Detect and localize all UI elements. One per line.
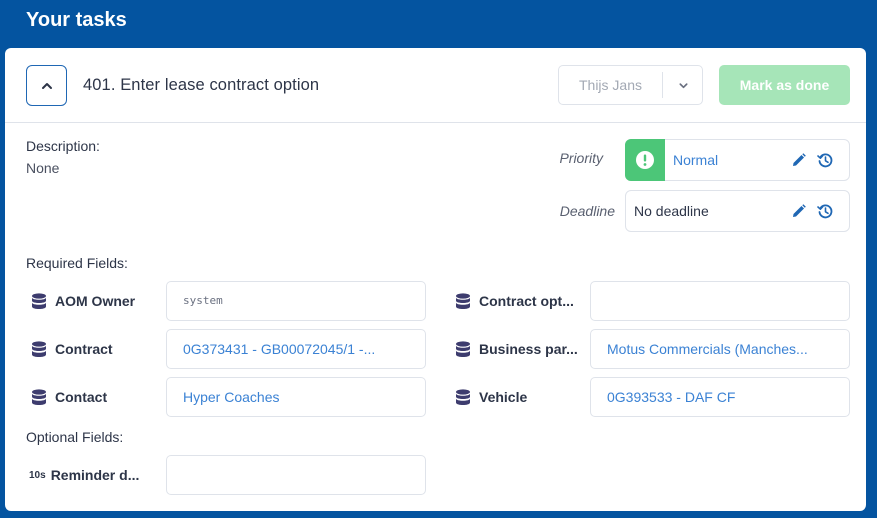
assignee-dropdown-toggle[interactable] [663, 66, 703, 104]
priority-badge [625, 139, 665, 181]
assignee-name: Thijs Jans [578, 77, 643, 93]
field-label-reminder: 10s Reminder d... [29, 465, 139, 485]
field-label-business-partner: Business par... [455, 339, 578, 359]
deadline-value: No deadline [634, 203, 709, 219]
field-label-vehicle: Vehicle [455, 387, 527, 407]
description-value: None [26, 160, 60, 176]
field-label-contract: Contract [31, 339, 113, 359]
reminder-input[interactable] [166, 455, 426, 495]
field-label-text: Contract opt... [479, 293, 574, 309]
deadline-edit-button[interactable] [789, 201, 809, 221]
required-fields-label: Required Fields: [26, 255, 128, 271]
database-icon [32, 292, 46, 309]
field-label-text: Vehicle [479, 389, 528, 405]
history-icon [817, 204, 833, 219]
page-title: Your tasks [26, 9, 127, 31]
chevron-down-icon [678, 82, 688, 88]
contact-input[interactable]: Hyper Coaches [166, 377, 426, 417]
field-label-contract-option: Contract opt... [455, 291, 574, 311]
task-title: 401. Enter lease contract option [83, 76, 320, 94]
assignee-select[interactable]: Thijs Jans [558, 65, 703, 105]
pencil-icon [793, 153, 806, 166]
optional-fields-label: Optional Fields: [26, 429, 124, 445]
database-icon [456, 292, 470, 309]
task-card-header: 401. Enter lease contract option Thijs J… [5, 48, 866, 123]
contract-input[interactable]: 0G373431 - GB00072045/1 -... [166, 329, 426, 369]
field-label-text: AOM Owner [55, 293, 136, 309]
deadline-label: Deadline [559, 203, 615, 219]
field-label-contact: Contact [31, 387, 107, 407]
aom-owner-input[interactable]: system [166, 281, 426, 321]
history-icon [817, 153, 833, 168]
chevron-up-icon [41, 82, 52, 89]
field-label-text: Contract [55, 341, 113, 357]
pencil-icon [793, 204, 806, 217]
database-icon [32, 340, 46, 357]
priority-label: Priority [559, 150, 603, 166]
priority-edit-button[interactable] [789, 150, 809, 170]
priority-value: Normal [673, 152, 719, 168]
priority-field[interactable]: Normal [625, 139, 850, 181]
exclamation-circle-icon [636, 151, 654, 169]
collapse-button[interactable] [26, 65, 67, 106]
vehicle-input[interactable]: 0G393533 - DAF CF [590, 377, 850, 417]
priority-history-button[interactable] [815, 150, 835, 170]
mark-as-done-button[interactable]: Mark as done [719, 65, 850, 105]
field-label-text: Contact [55, 389, 108, 405]
deadline-field[interactable]: No deadline [625, 190, 850, 232]
database-icon [32, 388, 46, 405]
field-label-aom-owner: AOM Owner [31, 291, 135, 311]
task-card: 401. Enter lease contract option Thijs J… [5, 48, 866, 511]
timer-icon: 10s [29, 469, 46, 481]
field-label-text: Reminder d... [50, 467, 140, 483]
field-label-text: Business par... [479, 341, 578, 357]
database-icon [456, 340, 470, 357]
database-icon [456, 388, 470, 405]
description-label: Description: [26, 138, 100, 154]
deadline-history-button[interactable] [815, 201, 835, 221]
business-partner-input[interactable]: Motus Commercials (Manches... [590, 329, 850, 369]
contract-option-input[interactable] [590, 281, 850, 321]
